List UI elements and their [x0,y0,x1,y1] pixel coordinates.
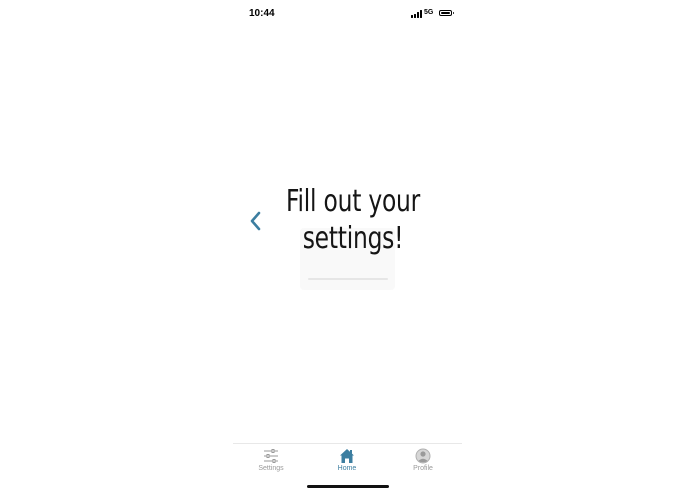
status-bar: 10:44 5G [233,0,462,28]
tab-label-settings: Settings [258,465,284,472]
placeholder-line [308,278,388,280]
tab-home[interactable]: Home [309,444,385,480]
sliders-icon [264,449,278,463]
tab-settings[interactable]: Settings [233,444,309,480]
phone-screen: 10:44 5G Fill out your settings! Setting… [233,0,462,494]
user-circle-icon [415,448,431,464]
signal-icon [411,10,423,18]
page-headline: Fill out your settings! [285,184,421,256]
tab-label-home: Home [337,465,357,472]
battery-icon [439,10,454,16]
chevron-left-icon[interactable] [248,210,262,232]
home-indicator [307,485,389,488]
house-icon [340,449,354,463]
network-type: 5G [424,9,434,16]
status-time: 10:44 [249,8,275,19]
tab-label-profile: Profile [413,465,433,472]
tab-profile[interactable]: Profile [385,444,461,480]
